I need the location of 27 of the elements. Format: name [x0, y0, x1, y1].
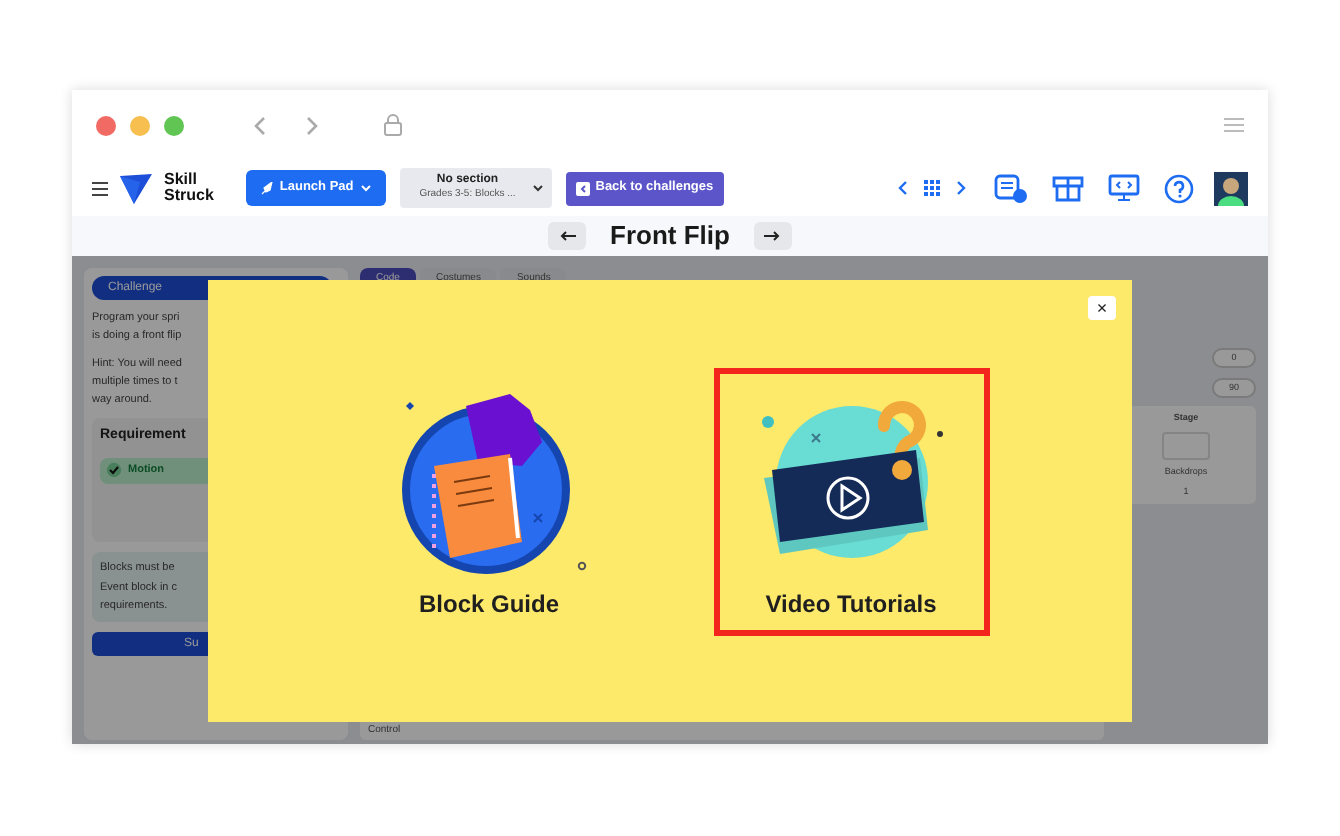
close-button[interactable]: ×	[1088, 296, 1116, 320]
next-icon[interactable]	[956, 180, 966, 196]
brand-name: Struck	[164, 188, 214, 204]
monitor-code-icon[interactable]	[1108, 174, 1140, 202]
chevron-down-icon	[531, 184, 544, 192]
document-help-icon[interactable]	[994, 173, 1028, 203]
previous-challenge-button[interactable]	[548, 222, 587, 250]
left-arrow-icon	[559, 230, 576, 242]
previous-icon[interactable]	[898, 180, 908, 196]
help-card[interactable]: Video Tutorials	[713, 367, 989, 635]
back-square-icon	[575, 181, 590, 195]
card-label: Block Guide	[418, 587, 559, 621]
help-card[interactable]: Block Guide	[351, 367, 627, 635]
lock-icon	[384, 114, 402, 136]
grid-icon[interactable]	[924, 180, 940, 196]
chevron-down-icon	[359, 184, 372, 192]
check-icon	[106, 462, 122, 479]
right-arrow-icon	[764, 230, 781, 242]
next-challenge-button[interactable]	[753, 222, 792, 250]
logo-icon	[120, 173, 152, 203]
help-icon[interactable]	[1164, 173, 1194, 203]
brand-name: Skill	[164, 172, 199, 188]
avatar-icon[interactable]	[1214, 171, 1248, 205]
challenge-title: Front Flip	[610, 218, 730, 255]
menu-icon[interactable]	[92, 181, 108, 195]
card-label: Video Tutorials	[765, 587, 937, 621]
gift-box-icon[interactable]	[1052, 174, 1084, 202]
